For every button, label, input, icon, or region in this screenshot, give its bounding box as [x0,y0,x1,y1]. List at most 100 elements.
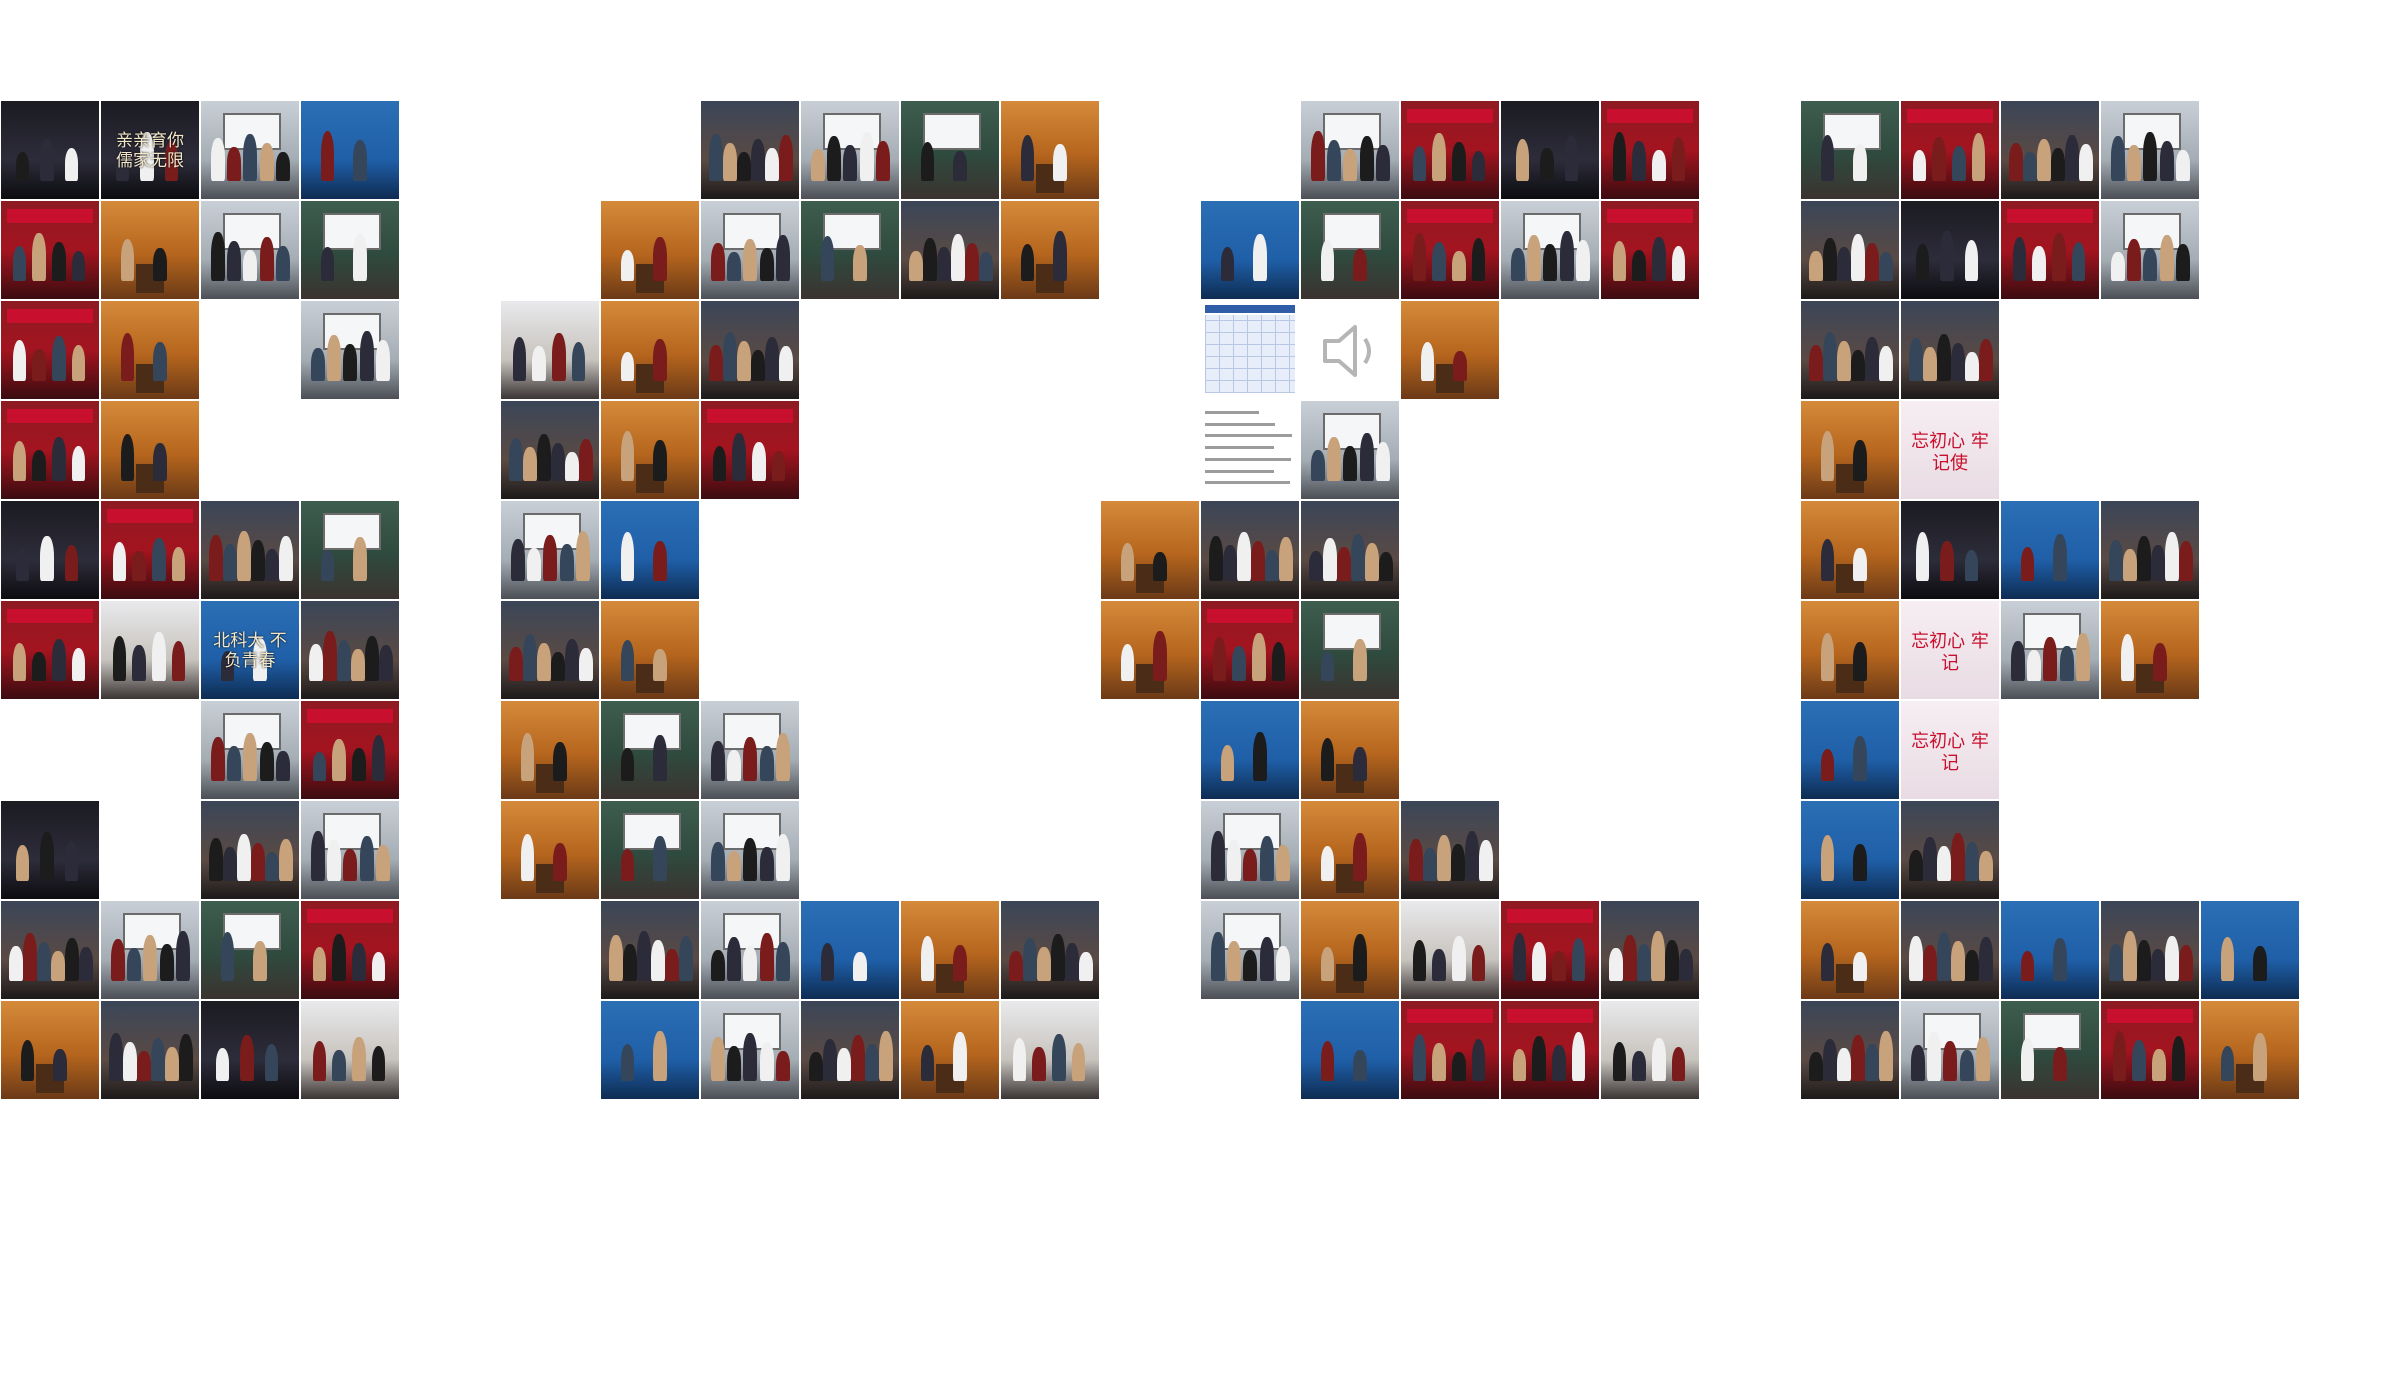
person-figure [1051,1034,1066,1082]
text-line [1204,469,1274,473]
photo-tile [0,300,100,400]
photo-tile: 忘初心 牢记 [1900,700,2000,800]
photo-tile [100,200,200,300]
person-figure [1571,938,1586,982]
person-figure [1820,835,1835,882]
person-figure [337,640,352,682]
person-figure [1220,745,1235,782]
person-figure [1451,142,1466,182]
photo-tile [2100,100,2200,200]
person-figure [653,339,667,382]
person-figure [1853,951,1867,982]
person-figure [1227,840,1241,882]
person-figure [1276,845,1290,882]
photo-tile [700,700,800,800]
person-figure [323,631,338,682]
person-figure [2009,143,2024,182]
person-figure [1376,442,1390,482]
person-figure [1671,137,1686,182]
person-figure [709,345,724,382]
person-figure [1910,1045,1925,1082]
photo-tile [1400,900,1500,1000]
banner [6,608,94,623]
photo-tile: 忘初心 牢记 [1900,600,2000,700]
photo-tile [1600,900,1700,1000]
person-figure [1937,334,1952,382]
person-figure [310,348,325,382]
photo-tile [1900,900,2000,1000]
text-line [1204,434,1293,438]
banner [1406,108,1494,123]
person-figure [1940,541,1954,582]
person-figure [12,643,27,682]
person-figure [2176,150,2190,182]
photo-tile [1800,900,1900,1000]
person-figure [15,549,30,582]
person-figure [776,235,790,282]
text-line [1204,422,1276,426]
person-figure [776,733,790,782]
person-figure [653,836,667,882]
person-figure [1353,639,1367,682]
person-figure [1964,550,1979,582]
person-figure [1153,551,1167,582]
photo-tile [1800,100,1900,200]
photo-tile [500,400,600,500]
person-figure [176,931,190,982]
person-figure [1679,949,1694,982]
person-figure [1865,337,1880,382]
person-figure [71,446,86,482]
person-figure [376,340,390,382]
person-figure [1865,1044,1880,1082]
photo-tile [300,900,400,1000]
photo-tile [100,900,200,1000]
photo-tile [600,900,700,1000]
photo-tile [1300,300,1400,400]
person-figure [1865,243,1880,282]
person-figure [2027,650,2041,682]
person-figure [327,335,341,382]
person-figure [1965,351,1980,382]
person-figure [1940,231,1954,282]
person-figure [1223,545,1238,582]
person-figure [1837,341,1852,382]
photo-tile [300,500,400,600]
person-figure [1020,244,1035,282]
person-figure [1209,536,1224,582]
photo-tile [0,100,100,200]
person-figure [2110,136,2125,182]
person-figure [2120,634,2135,682]
person-figure [1210,831,1225,882]
photo-scene [1801,701,1899,799]
photo-tile [1600,1000,1700,1100]
banner [1206,608,1294,623]
person-figure [1343,149,1358,182]
banner [6,408,94,423]
banner [1506,1008,1594,1023]
photo-tile [1200,900,1300,1000]
person-figure [2171,1036,2186,1082]
person-figure [1951,833,1966,882]
photo-tile [700,100,800,200]
photo-tile [1900,300,2000,400]
photo-tile [1200,300,1300,400]
person-figure [1923,945,1938,982]
person-figure [237,834,252,882]
person-figure [320,247,335,282]
person-figure [637,931,652,982]
photo-tile [300,300,400,400]
person-figure [1365,543,1380,582]
photo-tile [2100,500,2200,600]
person-figure [53,1049,67,1082]
person-figure [920,142,935,182]
photo-scene [601,501,699,599]
photo-tile [0,900,100,1000]
person-figure [1671,246,1686,282]
person-figure [1243,950,1258,982]
photo-scene [601,1001,699,1099]
person-figure [776,942,790,982]
person-figure [1343,446,1358,482]
person-figure [1053,144,1067,182]
person-figure [312,751,327,782]
person-figure [120,333,135,382]
